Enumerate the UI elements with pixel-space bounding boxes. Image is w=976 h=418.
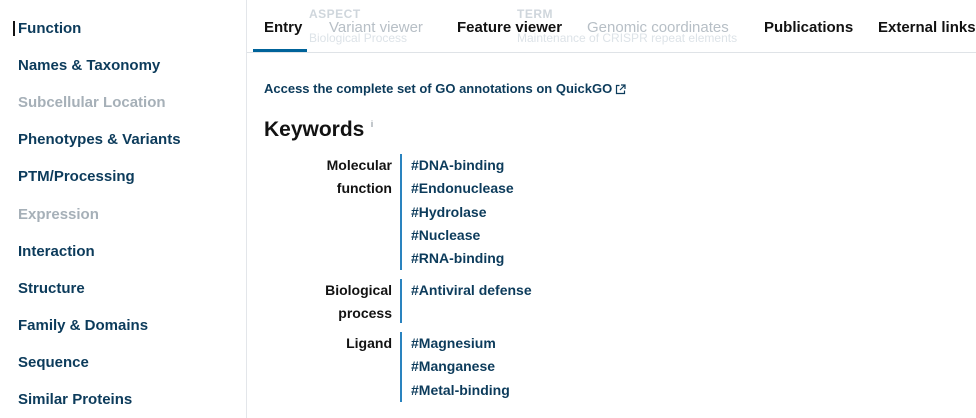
keyword-link[interactable]: #Nuclease (411, 224, 514, 247)
keyword-group-rule (400, 279, 402, 323)
sidebar-item-subcellular-location: Subcellular Location (18, 94, 166, 111)
keyword-list: #Antiviral defense (411, 279, 532, 302)
keyword-link[interactable]: #DNA-binding (411, 154, 514, 177)
keyword-link[interactable]: #Endonuclease (411, 177, 514, 200)
keyword-group-label: Biological process (325, 279, 392, 325)
keyword-link[interactable]: #RNA-binding (411, 247, 514, 270)
sidebar-nav: Function Names & Taxonomy Subcellular Lo… (0, 0, 247, 418)
keyword-group-label: Molecular function (327, 154, 392, 200)
quickgo-link-label: Access the complete set of GO annotation… (264, 81, 613, 96)
keyword-group-rule (400, 332, 402, 402)
keyword-link[interactable]: #Hydrolase (411, 201, 514, 224)
keywords-heading: Keywords (264, 118, 365, 141)
keyword-group-rule (400, 154, 402, 270)
keyword-list: #Magnesium #Manganese #Metal-binding (411, 332, 510, 402)
tab-bar: ASPECT TERM Biological Process Maintenan… (247, 0, 976, 53)
keyword-link[interactable]: #Magnesium (411, 332, 510, 355)
tab-entry[interactable]: Entry (264, 19, 302, 36)
sidebar-item-ptm-processing[interactable]: PTM/Processing (18, 168, 135, 185)
keyword-group-label-line2: function (336, 180, 392, 196)
tab-variant-viewer: Variant viewer (329, 19, 423, 36)
keyword-group-label-line1: Molecular (326, 157, 392, 173)
keyword-group-label-line1: Ligand (346, 335, 392, 351)
sidebar-item-names-taxonomy[interactable]: Names & Taxonomy (18, 57, 160, 74)
keywords-info-icon[interactable]: i (371, 119, 373, 129)
keyword-group-label-line1: Biological (325, 282, 392, 298)
keyword-group-label-line2: process (338, 305, 392, 321)
active-tab-underline (253, 49, 307, 52)
keyword-group-label: Ligand (346, 332, 392, 355)
tab-genomic-coordinates: Genomic coordinates (587, 19, 729, 36)
tab-external-links[interactable]: External links (878, 19, 976, 36)
sidebar-item-structure[interactable]: Structure (18, 280, 85, 297)
main-content: ASPECT TERM Biological Process Maintenan… (247, 0, 976, 418)
sidebar-item-phenotypes-variants[interactable]: Phenotypes & Variants (18, 131, 181, 148)
sidebar-item-sequence[interactable]: Sequence (18, 354, 89, 371)
quickgo-link[interactable]: Access the complete set of GO annotation… (264, 81, 626, 96)
keyword-list: #DNA-binding #Endonuclease #Hydrolase #N… (411, 154, 514, 270)
keyword-link[interactable]: #Manganese (411, 355, 510, 378)
sidebar-item-family-domains[interactable]: Family & Domains (18, 317, 148, 334)
keyword-link[interactable]: #Metal-binding (411, 379, 510, 402)
tab-publications[interactable]: Publications (764, 19, 853, 36)
active-indicator (13, 21, 15, 36)
sidebar-item-similar-proteins[interactable]: Similar Proteins (18, 391, 132, 408)
tab-feature-viewer[interactable]: Feature viewer (457, 19, 562, 36)
sidebar-item-expression: Expression (18, 206, 99, 223)
sidebar-item-interaction[interactable]: Interaction (18, 243, 95, 260)
external-link-icon (616, 84, 626, 95)
sidebar-item-function[interactable]: Function (18, 20, 81, 37)
keyword-link[interactable]: #Antiviral defense (411, 279, 532, 302)
